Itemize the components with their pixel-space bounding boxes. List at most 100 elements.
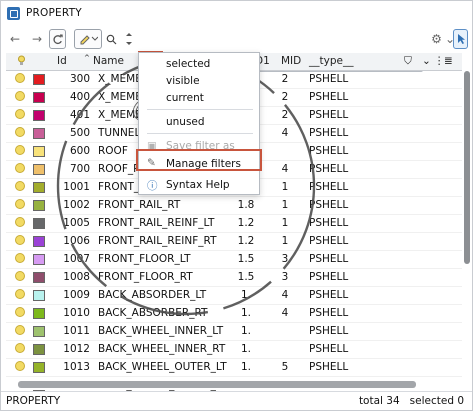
menu-separator [147, 133, 253, 134]
forward-arrow-icon[interactable]: → [30, 29, 44, 49]
name-cell: TUNNEL [98, 127, 141, 139]
bulb-icon[interactable] [15, 289, 25, 299]
color-swatch[interactable] [33, 164, 45, 175]
type-cell: PSHELL [309, 163, 349, 175]
color-swatch[interactable] [33, 200, 45, 211]
name-cell: BACK_ABSORBER_RT [98, 307, 208, 319]
bulb-icon[interactable] [15, 199, 25, 209]
mid-cell: 1 [281, 217, 289, 229]
vertical-scrollbar[interactable] [462, 53, 472, 392]
manage-filters-highlight [136, 149, 262, 171]
table-row[interactable]: 1013 BACK_WHEEL_OUTER_LT 1. 5 PSHELL [6, 359, 462, 377]
table-row[interactable]: 1010 BACK_ABSORBER_RT 1. 4 PSHELL [6, 305, 462, 323]
color-swatch[interactable] [33, 344, 45, 355]
chevron-down-icon[interactable]: ⌄ [422, 55, 431, 67]
type-cell: PSHELL [309, 127, 349, 139]
name-cell: FRONT_FLOOR_LT [98, 253, 191, 265]
color-swatch[interactable] [33, 146, 45, 157]
d1-cell: 1. [240, 325, 252, 337]
bulb-icon[interactable] [15, 145, 25, 155]
color-swatch[interactable] [33, 182, 45, 193]
color-swatch[interactable] [33, 254, 45, 265]
bulb-icon[interactable] [15, 307, 25, 317]
color-swatch[interactable] [33, 236, 45, 247]
color-swatch[interactable] [33, 110, 45, 121]
color-swatch[interactable] [33, 272, 45, 283]
d1-cell: 1.2 [237, 217, 255, 229]
scroll-up-down-icon[interactable] [123, 29, 135, 49]
menu-item-selected[interactable]: selected [139, 55, 261, 73]
id-cell: 700 [69, 163, 90, 175]
bulb-icon[interactable] [15, 343, 25, 353]
mid-cell: 5 [281, 361, 289, 373]
table-row[interactable]: 1005 FRONT_RAIL_REINF_LT 1.2 1 PSHELL [6, 215, 462, 233]
zoom-icon[interactable] [104, 29, 118, 49]
pick-tool-button[interactable] [74, 29, 102, 49]
menu-item-syntax-help[interactable]: ⓘ Syntax Help [139, 176, 261, 194]
type-cell: PSHELL [309, 109, 349, 121]
mid-cell: 1 [281, 235, 289, 247]
color-swatch[interactable] [33, 308, 45, 319]
d1-cell: 1.2 [237, 235, 255, 247]
menu-item-unused[interactable]: unused [139, 113, 261, 131]
bulb-icon[interactable] [15, 91, 25, 101]
table-row[interactable]: 1009 BACK_ABSORDER_LT 1. 4 PSHELL [6, 287, 462, 305]
header-name[interactable]: Name [93, 55, 124, 67]
table-row[interactable]: 1008 FRONT_FLOOR_RT 1.5 3 PSHELL [6, 269, 462, 287]
bulb-icon[interactable] [15, 217, 25, 227]
refresh-button[interactable] [49, 29, 66, 49]
total-count: total 34 [358, 395, 400, 407]
header-mid[interactable]: MID [281, 55, 301, 67]
color-swatch[interactable] [33, 74, 45, 85]
table-row[interactable]: 1011 BACK_WHEEL_INNER_LT 1. PSHELL [6, 323, 462, 341]
table-row[interactable]: 1006 FRONT_RAIL_REINF_RT 1.2 1 PSHELL [6, 233, 462, 251]
mid-cell: 4 [281, 289, 289, 301]
vertical-scroll-thumb[interactable] [464, 71, 470, 264]
type-cell: PSHELL [309, 325, 349, 337]
name-cell: FRONT_FLOOR_RT [98, 271, 193, 283]
bulb-icon[interactable] [15, 127, 25, 137]
type-cell: PSHELL [309, 145, 349, 157]
table-row[interactable]: 1007 FRONT_FLOOR_LT 1.5 3 PSHELL [6, 251, 462, 269]
name-cell: ROOF [98, 145, 128, 157]
table-row[interactable]: 1012 BACK_WHEEL_INNER_RT 1. PSHELL [6, 341, 462, 359]
gear-icon[interactable]: ⚙ [429, 29, 444, 49]
bulb-icon[interactable] [15, 235, 25, 245]
menu-item-visible[interactable]: visible [139, 72, 261, 90]
color-swatch[interactable] [33, 92, 45, 103]
bulb-icon[interactable] [15, 181, 25, 191]
horizontal-scrollbar[interactable] [6, 378, 462, 390]
color-swatch[interactable] [33, 362, 45, 373]
color-swatch[interactable] [33, 290, 45, 301]
header-type[interactable]: __type__ [309, 55, 353, 67]
header-id[interactable]: Id [57, 55, 67, 67]
id-cell: 1002 [63, 199, 90, 211]
color-swatch[interactable] [33, 218, 45, 229]
color-swatch[interactable] [33, 326, 45, 337]
bulb-icon[interactable] [15, 73, 25, 83]
menu-item-current[interactable]: current [139, 89, 261, 107]
color-swatch[interactable] [33, 128, 45, 139]
id-cell: 600 [69, 145, 90, 157]
bulb-icon[interactable] [15, 271, 25, 281]
status-label: PROPERTY [6, 395, 61, 407]
table-row[interactable]: 1002 FRONT_RAIL_RT 1.8 1 PSHELL [6, 197, 462, 215]
bulb-icon[interactable] [15, 325, 25, 335]
horizontal-scroll-thumb[interactable] [18, 381, 416, 388]
select-cursor-button[interactable] [453, 29, 468, 49]
type-cell: PSHELL [309, 253, 349, 265]
selected-count: selected 0 [409, 395, 464, 407]
mid-cell: 4 [281, 307, 289, 319]
bulb-icon[interactable] [15, 253, 25, 263]
bulb-icon[interactable] [15, 163, 25, 173]
window-title: PROPERTY [26, 7, 82, 19]
more-icon[interactable]: ⋮ [434, 55, 445, 67]
columns-icon[interactable]: ≣ [444, 55, 453, 67]
type-cell: PSHELL [309, 307, 349, 319]
bulb-icon[interactable] [15, 361, 25, 371]
filter-icon[interactable]: ⛉ [404, 55, 412, 68]
name-cell: FRONT_RAIL_RT [98, 199, 181, 211]
bulb-icon[interactable] [15, 109, 25, 119]
status-bar: PROPERTY total 34 selected 0 [1, 391, 472, 410]
back-arrow-icon[interactable]: ← [8, 29, 22, 49]
